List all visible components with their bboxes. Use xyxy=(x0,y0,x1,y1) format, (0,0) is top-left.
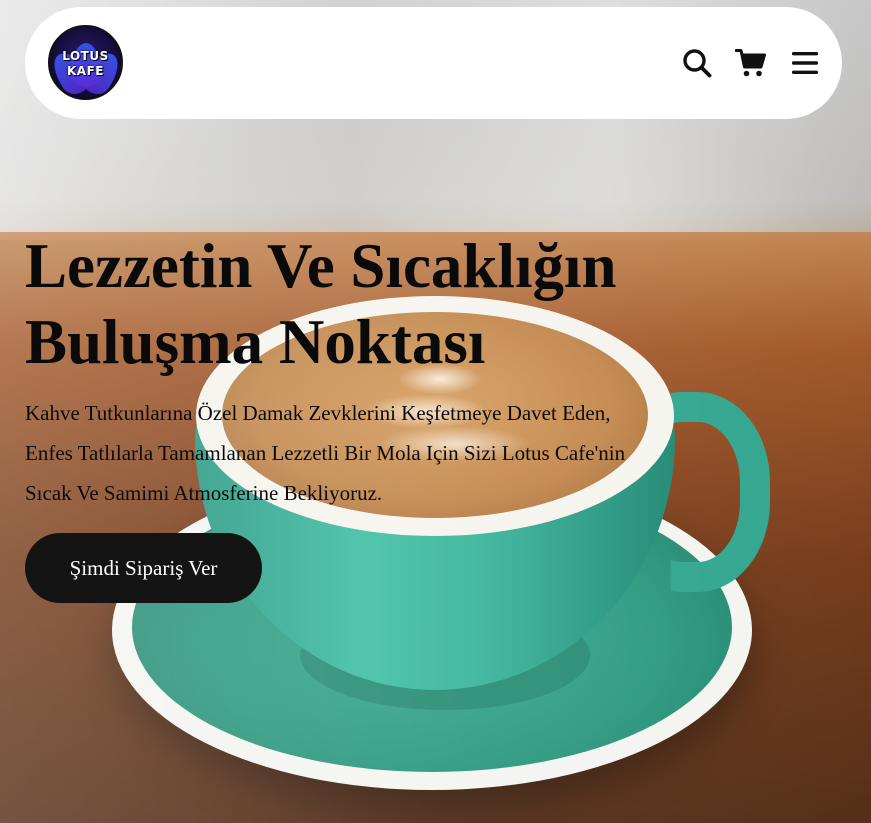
hero-title: Lezzetin Ve Sıcaklığın Buluşma Noktası xyxy=(25,228,805,380)
lotus-kafe-logo[interactable]: LOTUS KAFE xyxy=(48,25,123,100)
cart-button[interactable] xyxy=(732,44,770,82)
hero-description-line2: Enfes Tatlılarla Tamamlanan Lezzetli Bir… xyxy=(25,441,626,465)
search-button[interactable] xyxy=(678,44,716,82)
cart-icon xyxy=(735,49,766,77)
header-icon-group xyxy=(662,43,824,83)
order-now-button[interactable]: Şimdi Sipariş Ver xyxy=(25,533,262,603)
logo-text-line2: KAFE xyxy=(67,64,104,78)
hero-description-line3: Sıcak Ve Samimi Atmosferine Bekliyoruz. xyxy=(25,481,383,505)
search-icon xyxy=(683,49,712,78)
menu-button[interactable] xyxy=(786,44,824,82)
hero-title-line1: Lezzetin Ve Sıcaklığın xyxy=(25,231,617,301)
menu-icon xyxy=(792,52,818,74)
hero-description-line1: Kahve Tutkunlarına Özel Damak Zevklerini… xyxy=(25,401,611,425)
hero-title-line2: Buluşma Noktası xyxy=(25,307,486,377)
logo-text-line1: LOTUS xyxy=(62,49,109,63)
header-navbar: LOTUS KAFE xyxy=(25,7,842,119)
hero-description: Kahve Tutkunlarına Özel Damak Zevklerini… xyxy=(25,393,675,513)
